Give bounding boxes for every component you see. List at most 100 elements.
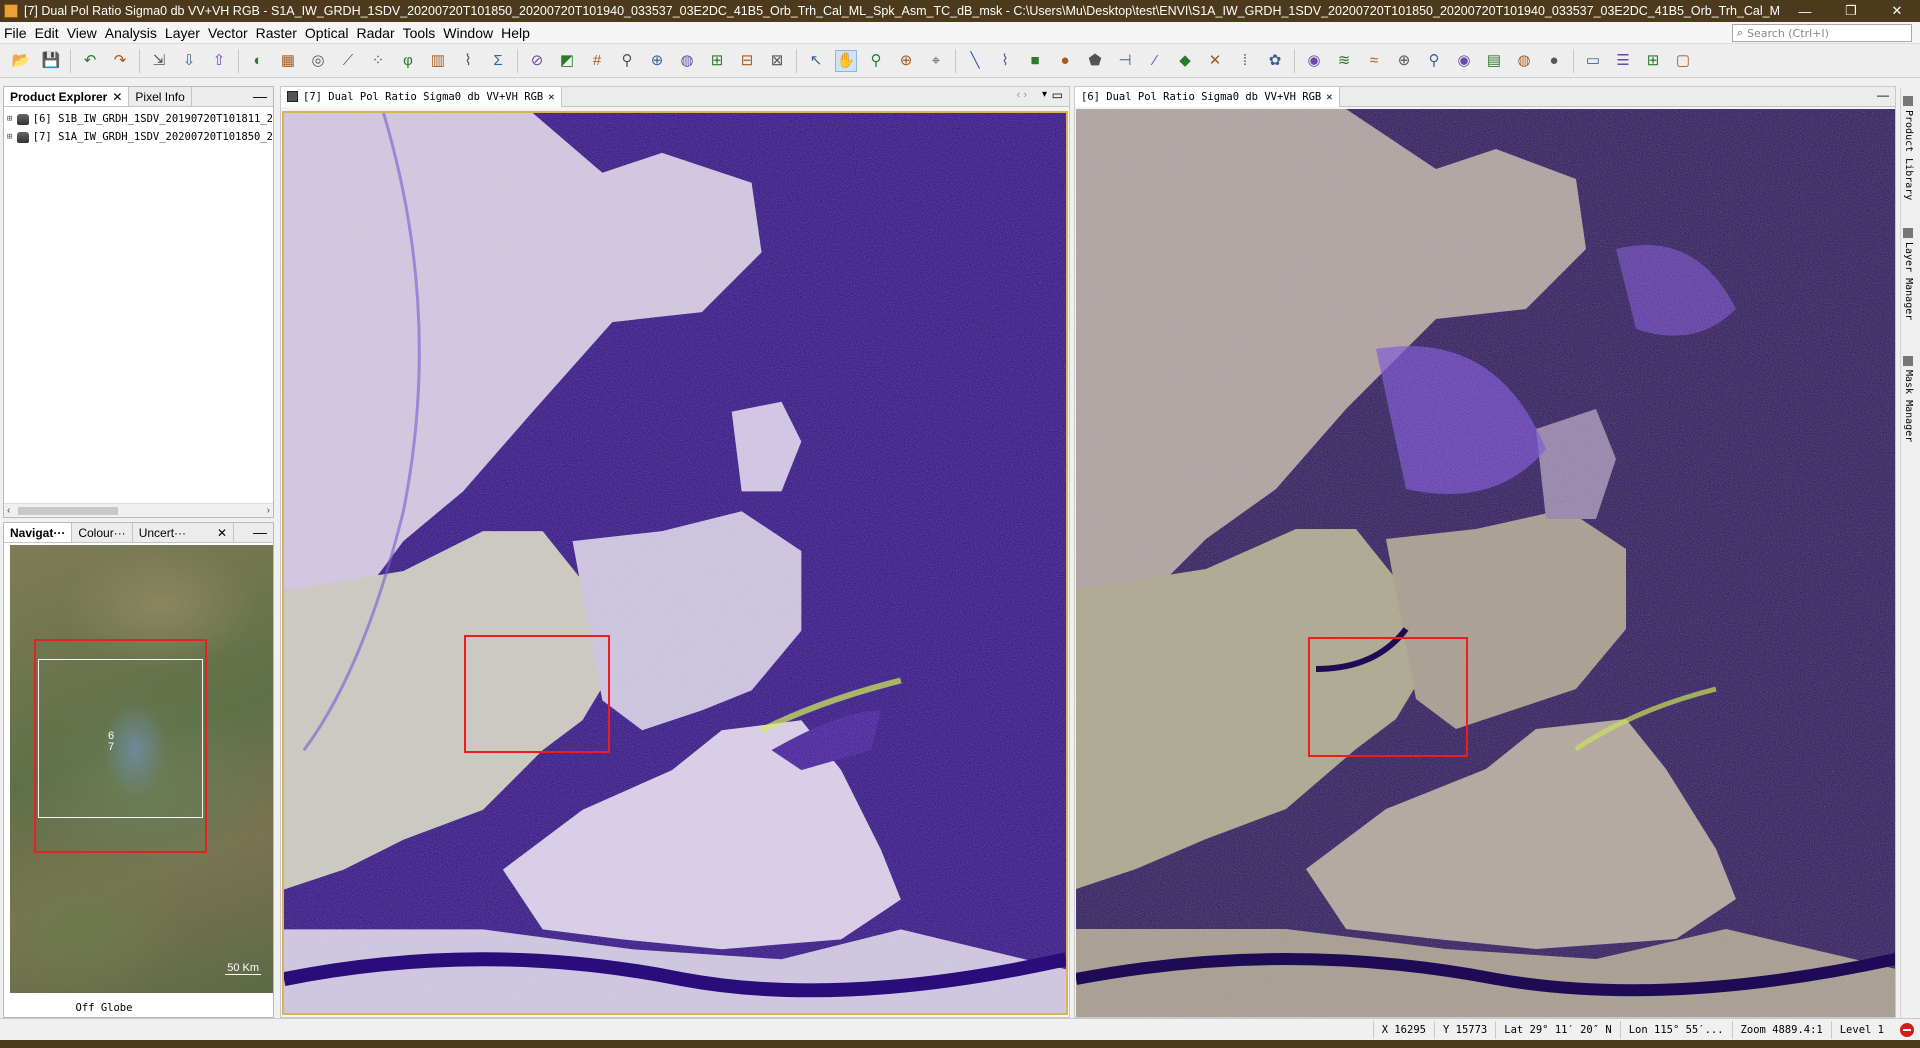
polygon-draw-icon[interactable]: ⬟ — [1084, 50, 1106, 72]
layout-3-icon[interactable]: ⊞ — [1642, 50, 1664, 72]
product-library-button[interactable]: Product Library — [1903, 96, 1914, 200]
gcp-placement-icon[interactable]: ⌖ — [925, 50, 947, 72]
pin-manager-icon[interactable]: ◆ — [1174, 50, 1196, 72]
minimize-icon[interactable]: — — [253, 87, 267, 105]
world-map-icon[interactable]: ◍ — [676, 50, 698, 72]
measure-icon[interactable]: ⊣ — [1114, 50, 1136, 72]
ioi-icon[interactable]: ⁞ — [1234, 50, 1256, 72]
flood-icon[interactable]: ≈ — [1363, 50, 1385, 72]
selection-rectangle[interactable] — [464, 635, 610, 753]
scroll-right-icon[interactable]: › — [267, 504, 270, 518]
tab-navigation[interactable]: Navigat··· — [4, 523, 73, 542]
gcp-tool-icon[interactable]: ⊕ — [1393, 50, 1415, 72]
graticule-icon[interactable]: # — [586, 50, 608, 72]
close-icon[interactable]: ✕ — [548, 91, 554, 103]
zoom-tool-icon[interactable]: ⚲ — [865, 50, 887, 72]
menu-analysis[interactable]: Analysis — [101, 22, 161, 44]
zoom-gcp-icon[interactable]: ⊕ — [895, 50, 917, 72]
mask-icon[interactable]: ◩ — [556, 50, 578, 72]
scrollbar-thumb[interactable] — [18, 507, 118, 515]
menu-radar[interactable]: Radar — [352, 22, 398, 44]
open-product-icon[interactable]: 📂 — [10, 50, 32, 72]
menu-file[interactable]: File — [0, 22, 31, 44]
import-vector-icon[interactable]: ⇲ — [148, 50, 170, 72]
ellipse-draw-icon[interactable]: ● — [1054, 50, 1076, 72]
view-tab-left[interactable]: [7] Dual Pol Ratio Sigma0 db VV+VH RGB ✕ — [281, 87, 562, 107]
menu-tools[interactable]: Tools — [399, 22, 440, 44]
tab-colour-manipulation[interactable]: Colour··· — [72, 523, 133, 542]
minimize-icon[interactable]: — — [1877, 88, 1889, 102]
redo-icon[interactable]: ↷ — [109, 50, 131, 72]
tab-uncertainty[interactable]: Uncert··· ✕ — [133, 523, 235, 543]
menu-layer[interactable]: Layer — [161, 22, 204, 44]
range-finder-icon[interactable]: ⊘ — [526, 50, 548, 72]
sphere-icon[interactable]: ● — [1543, 50, 1565, 72]
mask-manager-button[interactable]: Mask Manager — [1903, 356, 1914, 442]
expand-icon[interactable]: ⊞ — [4, 114, 15, 124]
menu-vector[interactable]: Vector — [204, 22, 252, 44]
export-icon[interactable]: ⇧ — [208, 50, 230, 72]
statistics-icon[interactable]: ◎ — [307, 50, 329, 72]
ocean-icon[interactable]: ≋ — [1333, 50, 1355, 72]
viewport-outline-white[interactable] — [38, 659, 203, 818]
restore-button[interactable]: ❐ — [1828, 0, 1874, 22]
layer-manager-button[interactable]: Layer Manager — [1903, 228, 1914, 320]
sar-image-canvas-left[interactable] — [282, 111, 1068, 1015]
spectrum-icon[interactable]: φ — [397, 50, 419, 72]
product-tree-item[interactable]: ⊞ [7] S1A_IW_GRDH_1SDV_20200720T101850_2 — [4, 128, 273, 146]
search-box[interactable]: ⌕ Search (Ctrl+I) — [1732, 24, 1912, 42]
eye-icon[interactable]: ◉ — [1453, 50, 1475, 72]
menu-window[interactable]: Window — [439, 22, 497, 44]
expand-icon[interactable]: ⊞ — [4, 132, 15, 142]
band-maths-icon[interactable]: ▦ — [277, 50, 299, 72]
layout-2-icon[interactable]: ☰ — [1612, 50, 1634, 72]
tile-horizontal-icon[interactable]: ⊞ — [706, 50, 728, 72]
sum-icon[interactable]: Σ — [487, 50, 509, 72]
menu-optical[interactable]: Optical — [301, 22, 353, 44]
gcp-manager-icon[interactable]: ✿ — [1264, 50, 1286, 72]
menu-view[interactable]: View — [63, 22, 101, 44]
undo-icon[interactable]: ↶ — [79, 50, 101, 72]
layout-4-icon[interactable]: ▢ — [1672, 50, 1694, 72]
tab-list-icon[interactable]: ▾ — [1042, 89, 1047, 100]
horizontal-scrollbar[interactable]: ‹ › — [4, 503, 273, 517]
histogram-icon[interactable]: ▥ — [427, 50, 449, 72]
tab-nav-arrows-icon[interactable]: ‹ › — [1017, 89, 1027, 101]
tile-vertical-icon[interactable]: ⊟ — [736, 50, 758, 72]
plot-icon[interactable]: ▤ — [1483, 50, 1505, 72]
polyline-draw-icon[interactable]: ⌇ — [994, 50, 1016, 72]
close-icon[interactable]: ✕ — [217, 523, 227, 543]
product-tree-item[interactable]: ⊞ [6] S1B_IW_GRDH_1SDV_20190720T101811_2 — [4, 110, 273, 128]
maximize-icon[interactable]: ▭ — [1052, 88, 1063, 102]
navigation-overview-map[interactable]: 6 7 50 Km — [10, 545, 273, 993]
menu-help[interactable]: Help — [497, 22, 534, 44]
menu-raster[interactable]: Raster — [252, 22, 301, 44]
rectangle-draw-icon[interactable]: ■ — [1024, 50, 1046, 72]
selection-rectangle[interactable] — [1308, 637, 1468, 757]
tab-product-explorer[interactable]: Product Explorer ✕ — [4, 87, 130, 107]
pin-icon[interactable]: ⚲ — [616, 50, 638, 72]
close-button[interactable]: ✕ — [1874, 0, 1920, 22]
search-product-icon[interactable]: ⚲ — [1423, 50, 1445, 72]
close-icon[interactable]: ✕ — [112, 87, 122, 107]
sar-image-canvas-right[interactable] — [1076, 109, 1895, 1017]
vector-data-icon[interactable]: ✕ — [1204, 50, 1226, 72]
wind-icon[interactable]: ◉ — [1303, 50, 1325, 72]
gcp-icon[interactable]: ⊕ — [646, 50, 668, 72]
save-product-icon[interactable]: 💾 — [40, 50, 62, 72]
minimize-button[interactable]: — — [1782, 0, 1828, 22]
view-tab-right[interactable]: [6] Dual Pol Ratio Sigma0 db VV+VH RGB ✕ — [1075, 87, 1340, 107]
import-raster-icon[interactable]: ⇩ — [178, 50, 200, 72]
time-series-icon[interactable]: ⌇ — [457, 50, 479, 72]
profile-plot-icon[interactable]: ⟋ — [337, 50, 359, 72]
close-icon[interactable]: ✕ — [1326, 91, 1332, 103]
pan-tool-icon[interactable]: ✋ — [835, 49, 857, 72]
stop-icon[interactable] — [1900, 1022, 1914, 1037]
layout-1-icon[interactable]: ▭ — [1582, 50, 1604, 72]
tab-pixel-info[interactable]: Pixel Info — [129, 87, 192, 106]
menu-edit[interactable]: Edit — [31, 22, 63, 44]
line-draw-icon[interactable]: ╲ — [964, 50, 986, 72]
globe-icon[interactable]: ◍ — [1513, 50, 1535, 72]
tile-grid-icon[interactable]: ⊠ — [766, 50, 788, 72]
select-tool-icon[interactable]: ↖ — [805, 50, 827, 72]
